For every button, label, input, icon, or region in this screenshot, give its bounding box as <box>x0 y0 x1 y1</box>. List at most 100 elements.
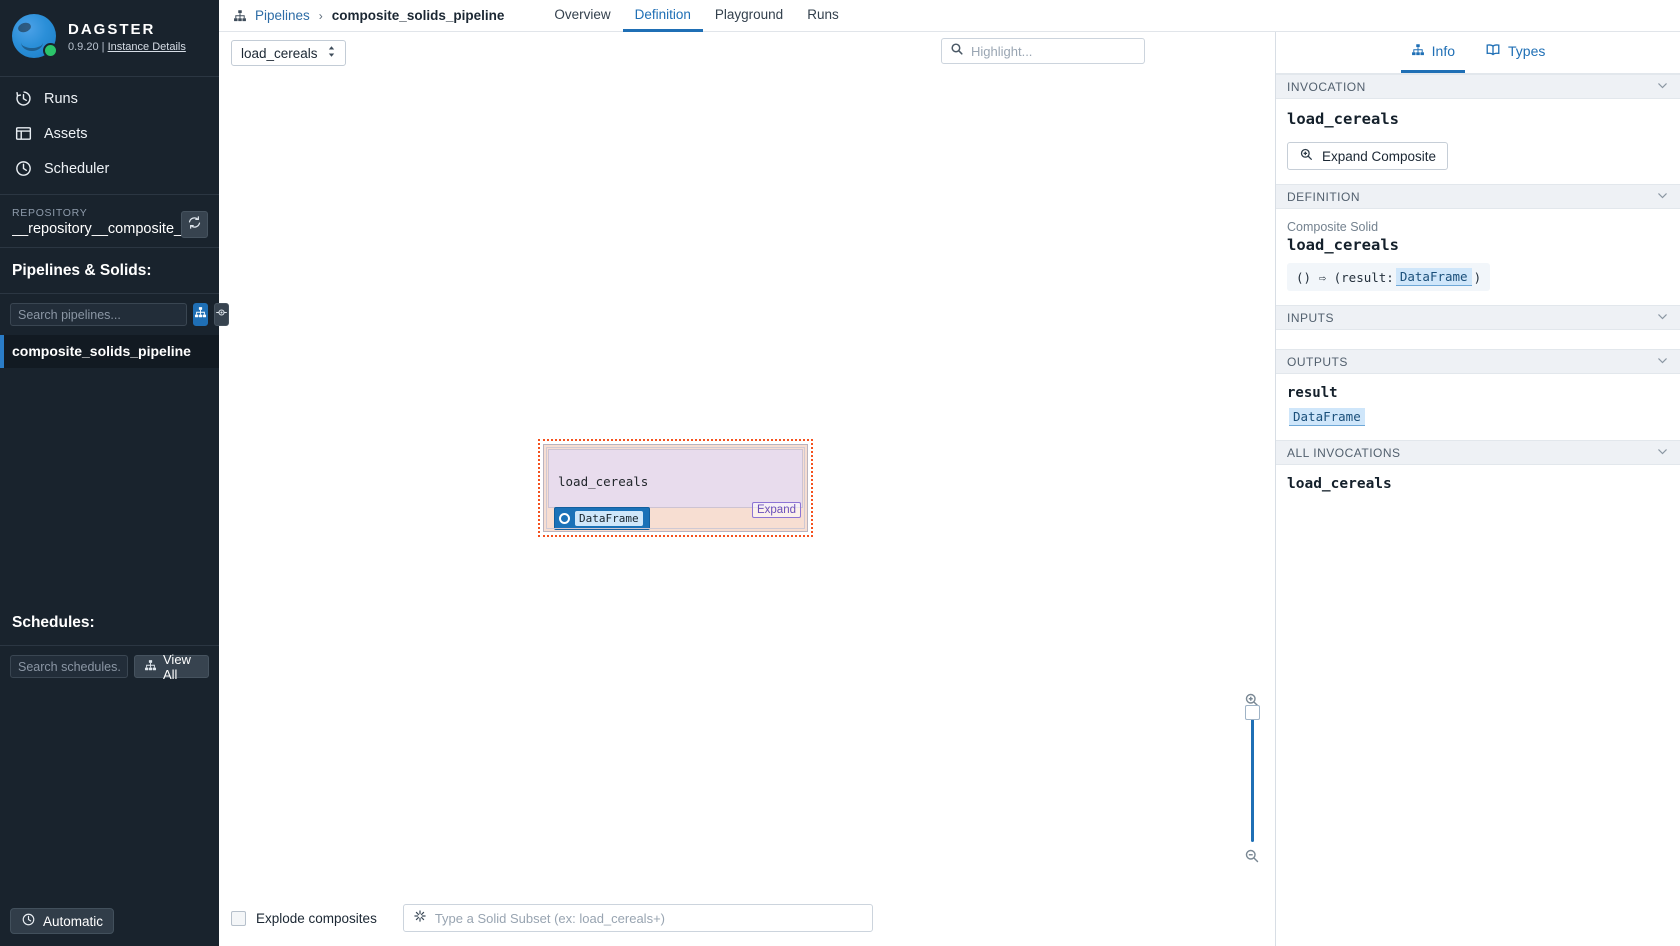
zoom-out-icon[interactable] <box>1244 848 1260 864</box>
chevron-down-icon <box>1656 189 1669 205</box>
definition-kind: Composite Solid <box>1287 220 1379 234</box>
view-all-schedules-button[interactable]: View All <box>134 652 209 682</box>
search-pipelines-input[interactable] <box>10 303 187 326</box>
repository-name: __repository__composite_solids <box>12 221 207 237</box>
output-port-label: DataFrame <box>575 511 643 526</box>
instance-details-link[interactable]: Instance Details <box>108 41 186 53</box>
automatic-status-chip[interactable]: Automatic <box>10 908 115 934</box>
tab-types[interactable]: Types <box>1475 32 1555 73</box>
dagster-logo <box>12 14 58 60</box>
highlight-input[interactable] <box>971 43 1136 59</box>
section-body-all-invocations: load_cereals <box>1276 465 1680 506</box>
section-body-outputs: result DataFrame <box>1276 374 1680 440</box>
sidebar-footer: Automatic <box>0 896 219 946</box>
chevron-down-icon <box>1656 445 1669 461</box>
section-body-definition: Composite Solid load_cereals () ⇨ (resul… <box>1276 209 1680 305</box>
history-icon <box>14 89 33 108</box>
tab-definition[interactable]: Definition <box>622 0 703 32</box>
zoom-slider-thumb[interactable] <box>1244 705 1260 720</box>
section-header-outputs[interactable]: OUTPUTS <box>1276 349 1680 374</box>
canvas-toolbar: load_cereals <box>219 32 1275 68</box>
invocation-list-item[interactable]: load_cereals <box>1287 476 1669 492</box>
zoom-in-icon <box>1299 147 1314 165</box>
signature-suffix: ) <box>1473 269 1482 285</box>
table-icon <box>14 124 33 143</box>
sidebar-item-scheduler[interactable]: Scheduler <box>0 151 219 186</box>
tab-playground[interactable]: Playground <box>703 0 795 32</box>
solid-subset-input[interactable] <box>434 910 863 926</box>
graph-canvas-column: load_cereals Highlight... load_cereals D… <box>219 32 1275 946</box>
sidebar-item-composite-solids-pipeline[interactable]: composite_solids_pipeline <box>0 335 219 368</box>
output-port-dataframe[interactable]: DataFrame <box>554 507 650 530</box>
solid-selector-dropdown[interactable]: load_cereals <box>231 40 346 66</box>
chevron-down-icon <box>1656 310 1669 326</box>
expand-composite-button[interactable]: Expand Composite <box>1287 142 1449 170</box>
highlight-search-box[interactable] <box>941 38 1145 64</box>
status-dot <box>43 43 58 58</box>
sidebar-nav: Runs Assets Scheduler <box>0 77 219 194</box>
graph-canvas[interactable]: load_cereals DataFrame Expand <box>219 68 1275 890</box>
composite-solid-node-load-cereals[interactable]: load_cereals DataFrame Expand <box>538 439 813 537</box>
output-port-dot-icon <box>559 513 570 524</box>
refresh-icon <box>187 215 202 235</box>
refresh-repository-button[interactable] <box>181 211 208 238</box>
signature-type-chip[interactable]: DataFrame <box>1395 268 1472 286</box>
zoom-slider-track[interactable] <box>1244 705 1260 842</box>
automatic-label: Automatic <box>43 913 104 929</box>
pipeline-item-label: composite_solids_pipeline <box>12 343 191 359</box>
pipeline-graph-view-toggle[interactable] <box>193 303 208 326</box>
search-icon <box>950 42 964 61</box>
repository-block: REPOSITORY __repository__composite_solid… <box>0 195 219 247</box>
tab-overview[interactable]: Overview <box>542 0 622 32</box>
schedule-search-row: View All <box>0 646 219 682</box>
sidebar-item-label: Scheduler <box>44 160 110 177</box>
section-title: OUTPUTS <box>1287 354 1348 369</box>
section-header-definition[interactable]: DEFINITION <box>1276 184 1680 209</box>
output-type-chip[interactable]: DataFrame <box>1289 408 1365 426</box>
section-title: ALL INVOCATIONS <box>1287 445 1401 460</box>
definition-name: load_cereals <box>1287 236 1399 254</box>
section-header-inputs[interactable]: INPUTS <box>1276 305 1680 330</box>
output-name: result <box>1287 385 1338 401</box>
signature-prefix: () ⇨ (result: <box>1296 269 1394 285</box>
left-sidebar: DAGSTER 0.9.20 | Instance Details Runs A… <box>0 0 229 946</box>
brand-title: DAGSTER <box>68 21 156 38</box>
pipeline-tabs: Overview Definition Playground Runs <box>542 0 850 32</box>
pipeline-graph-icon <box>194 306 207 324</box>
brand-header: DAGSTER 0.9.20 | Instance Details <box>0 0 219 76</box>
zoom-control <box>1241 692 1263 864</box>
pipelines-section-title: Pipelines & Solids: <box>12 262 152 279</box>
tab-runs[interactable]: Runs <box>795 0 851 32</box>
section-header-invocation[interactable]: INVOCATION <box>1276 74 1680 99</box>
solid-subset-box[interactable] <box>402 904 873 932</box>
section-title: INVOCATION <box>1287 79 1366 94</box>
sidebar-item-runs[interactable]: Runs <box>0 81 219 116</box>
expand-node-badge[interactable]: Expand <box>751 502 801 518</box>
content-row: load_cereals Highlight... load_cereals D… <box>219 32 1680 946</box>
top-navigation-bar: Pipelines › composite_solids_pipeline Ov… <box>219 0 1680 32</box>
brand-subtitle: 0.9.20 | Instance Details <box>68 41 186 53</box>
section-title: DEFINITION <box>1287 189 1360 204</box>
explode-composites-toggle[interactable]: Explode composites <box>231 910 377 926</box>
sidebar-item-assets[interactable]: Assets <box>0 116 219 151</box>
tab-label: Info <box>1431 43 1455 59</box>
definition-signature: () ⇨ (result: DataFrame ) <box>1287 263 1491 291</box>
section-title: INPUTS <box>1287 310 1335 325</box>
section-body-invocation: load_cereals Expand Composite <box>1276 99 1680 184</box>
node-title: load_cereals <box>558 474 649 489</box>
chevron-down-icon <box>1656 354 1669 370</box>
expand-composite-label: Expand Composite <box>1322 148 1437 164</box>
sidebar-item-label: Assets <box>44 125 88 142</box>
search-schedules-input[interactable] <box>10 655 128 678</box>
solid-selector-value: load_cereals <box>241 45 318 61</box>
breadcrumb-pipelines-link[interactable]: Pipelines <box>255 8 310 23</box>
tab-info[interactable]: Info <box>1400 32 1465 73</box>
view-all-label: View All <box>163 651 191 682</box>
section-header-all-invocations[interactable]: ALL INVOCATIONS <box>1276 440 1680 465</box>
main-area: Pipelines › composite_solids_pipeline Ov… <box>219 0 1680 946</box>
breadcrumb-separator: › <box>318 8 323 23</box>
right-info-panel: Info Types INVOCATION load_cereals Expan… <box>1275 32 1680 946</box>
explode-composites-checkbox[interactable] <box>231 910 246 926</box>
chevron-down-icon <box>1656 79 1669 95</box>
book-icon <box>1485 43 1501 60</box>
